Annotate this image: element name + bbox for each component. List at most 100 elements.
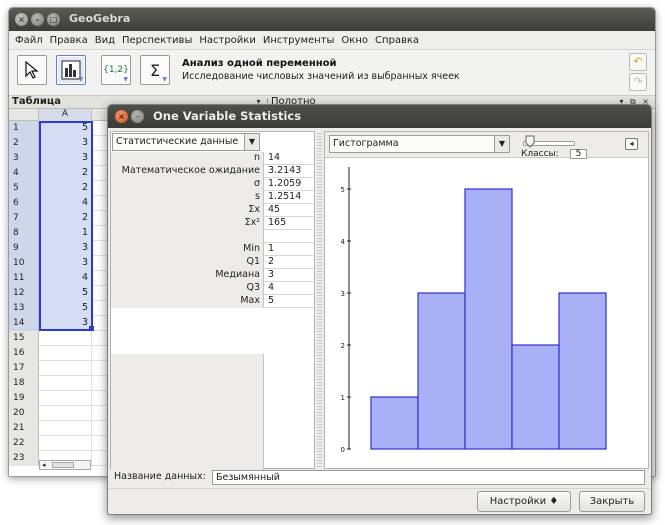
horizontal-scrollbar[interactable]: ◂ bbox=[39, 460, 91, 470]
row-header[interactable]: 20 bbox=[9, 406, 39, 421]
stat-value: 165 bbox=[268, 217, 287, 228]
cell-a[interactable] bbox=[39, 406, 92, 421]
classes-value-field[interactable]: 5 bbox=[570, 149, 587, 159]
row-header[interactable]: 11 bbox=[9, 271, 39, 286]
create-list-tool-button[interactable]: {1,2} ▼ bbox=[101, 55, 131, 85]
panel-splitter[interactable] bbox=[317, 131, 322, 469]
cell-a[interactable]: 2 bbox=[39, 211, 92, 226]
cell-a[interactable]: 3 bbox=[39, 136, 92, 151]
slider-thumb-icon[interactable] bbox=[525, 135, 535, 148]
histogram-bar-2 bbox=[417, 292, 466, 450]
plot-type-select[interactable]: Гистограмма ▼ bbox=[329, 135, 510, 153]
cell-a[interactable]: 3 bbox=[39, 151, 92, 166]
cell-a[interactable] bbox=[39, 331, 92, 346]
chevron-down-icon[interactable]: ▼ bbox=[244, 134, 259, 150]
scroll-thumb[interactable] bbox=[52, 462, 74, 468]
y-tick-label: 2 bbox=[341, 342, 345, 350]
histogram-chart: 0 1 2 3 4 5 bbox=[341, 167, 607, 454]
cell-a[interactable]: 3 bbox=[39, 241, 92, 256]
menu-file[interactable]: Файл bbox=[15, 35, 43, 46]
cell-a[interactable]: 4 bbox=[39, 271, 92, 286]
statistics-type-select[interactable]: Статистические данные ▼ bbox=[112, 133, 260, 151]
classes-label: Классы: bbox=[521, 149, 559, 159]
close-button[interactable]: Закрыть bbox=[579, 491, 645, 512]
chevron-down-icon[interactable]: ▼ bbox=[494, 136, 509, 152]
dialog-minimize-icon[interactable]: – bbox=[131, 110, 144, 123]
stat-label: Σx² bbox=[111, 217, 264, 230]
menu-options[interactable]: Настройки bbox=[199, 35, 255, 46]
y-tick-label: 0 bbox=[341, 446, 345, 454]
stat-row: Max 5 bbox=[111, 295, 315, 308]
selection-fill-handle[interactable] bbox=[89, 326, 94, 331]
cell-a[interactable] bbox=[39, 421, 92, 436]
dialog-close-icon[interactable]: × bbox=[115, 110, 128, 123]
list-tool-label: {1,2} bbox=[103, 65, 129, 75]
plot-controls: Гистограмма ▼ Классы: 5 ◂ bbox=[325, 132, 648, 159]
row-header[interactable]: 6 bbox=[9, 196, 39, 211]
window-close-icon[interactable]: × bbox=[15, 13, 28, 26]
cell-a[interactable] bbox=[39, 436, 92, 451]
row-header[interactable]: 18 bbox=[9, 376, 39, 391]
redo-icon[interactable]: ↷ bbox=[629, 73, 647, 91]
row-header[interactable]: 13 bbox=[9, 301, 39, 316]
row-header[interactable]: 10 bbox=[9, 256, 39, 271]
stat-label: Q1 bbox=[111, 256, 264, 269]
data-name-input[interactable]: Безымянный bbox=[212, 470, 645, 485]
row-header[interactable]: 15 bbox=[9, 331, 39, 346]
stat-value: 1.2059 bbox=[268, 178, 302, 189]
menu-tools[interactable]: Инструменты bbox=[263, 35, 335, 46]
cell-a[interactable]: 5 bbox=[39, 286, 92, 301]
settings-button[interactable]: Настройки ♦ bbox=[477, 491, 571, 512]
row-header[interactable]: 14 bbox=[9, 316, 39, 331]
window-minimize-icon[interactable]: – bbox=[31, 13, 44, 26]
dialog-titlebar: × – One Variable Statistics bbox=[108, 105, 651, 128]
row-header[interactable]: 19 bbox=[9, 391, 39, 406]
row-header[interactable]: 2 bbox=[9, 136, 39, 151]
stat-row: Q1 2 bbox=[111, 256, 315, 269]
scroll-left-icon[interactable]: ◂ bbox=[42, 461, 46, 469]
row-header[interactable]: 9 bbox=[9, 241, 39, 256]
cell-a[interactable]: 2 bbox=[39, 181, 92, 196]
cell-a[interactable]: 4 bbox=[39, 196, 92, 211]
undo-icon[interactable]: ↶ bbox=[629, 53, 647, 71]
y-tick-label: 5 bbox=[341, 186, 345, 194]
row-header[interactable]: 23 bbox=[9, 451, 39, 466]
stat-value: 3.2143 bbox=[268, 165, 302, 176]
histogram-bar-5 bbox=[558, 292, 607, 450]
row-header[interactable]: 7 bbox=[9, 211, 39, 226]
cell-a[interactable]: 5 bbox=[39, 301, 92, 316]
cell-a[interactable] bbox=[39, 361, 92, 376]
menu-view[interactable]: Вид bbox=[95, 35, 115, 46]
cell-a[interactable]: 5 bbox=[39, 121, 92, 136]
sheet-corner[interactable] bbox=[9, 109, 39, 121]
row-header[interactable]: 3 bbox=[9, 151, 39, 166]
cell-a[interactable] bbox=[39, 391, 92, 406]
cell-a[interactable] bbox=[39, 376, 92, 391]
window-maximize-icon[interactable]: □ bbox=[47, 13, 60, 26]
row-header[interactable]: 4 bbox=[9, 166, 39, 181]
stat-label: Q3 bbox=[111, 282, 264, 295]
stat-row: Min 1 bbox=[111, 243, 315, 256]
menu-perspectives[interactable]: Перспективы bbox=[122, 35, 192, 46]
row-header[interactable]: 22 bbox=[9, 436, 39, 451]
row-header[interactable]: 17 bbox=[9, 361, 39, 376]
cell-a[interactable]: 2 bbox=[39, 166, 92, 181]
row-header[interactable]: 12 bbox=[9, 286, 39, 301]
cell-a[interactable] bbox=[39, 346, 92, 361]
one-variable-analysis-tool-button[interactable]: ▼ bbox=[56, 55, 86, 85]
menu-help[interactable]: Справка bbox=[375, 35, 419, 46]
row-header[interactable]: 21 bbox=[9, 421, 39, 436]
column-header-a[interactable]: A bbox=[39, 109, 92, 121]
row-header[interactable]: 5 bbox=[9, 181, 39, 196]
cell-a[interactable]: 3 bbox=[39, 316, 92, 331]
sum-tool-button[interactable]: Σ ▼ bbox=[140, 55, 170, 85]
row-header[interactable]: 16 bbox=[9, 346, 39, 361]
row-header[interactable]: 1 bbox=[9, 121, 39, 136]
cell-a[interactable]: 1 bbox=[39, 226, 92, 241]
move-tool-button[interactable] bbox=[17, 55, 47, 85]
cell-a[interactable]: 3 bbox=[39, 256, 92, 271]
row-header[interactable]: 8 bbox=[9, 226, 39, 241]
menu-edit[interactable]: Правка bbox=[50, 35, 88, 46]
export-menu-icon[interactable]: ◂ bbox=[625, 138, 638, 150]
menu-window[interactable]: Окно bbox=[341, 35, 368, 46]
